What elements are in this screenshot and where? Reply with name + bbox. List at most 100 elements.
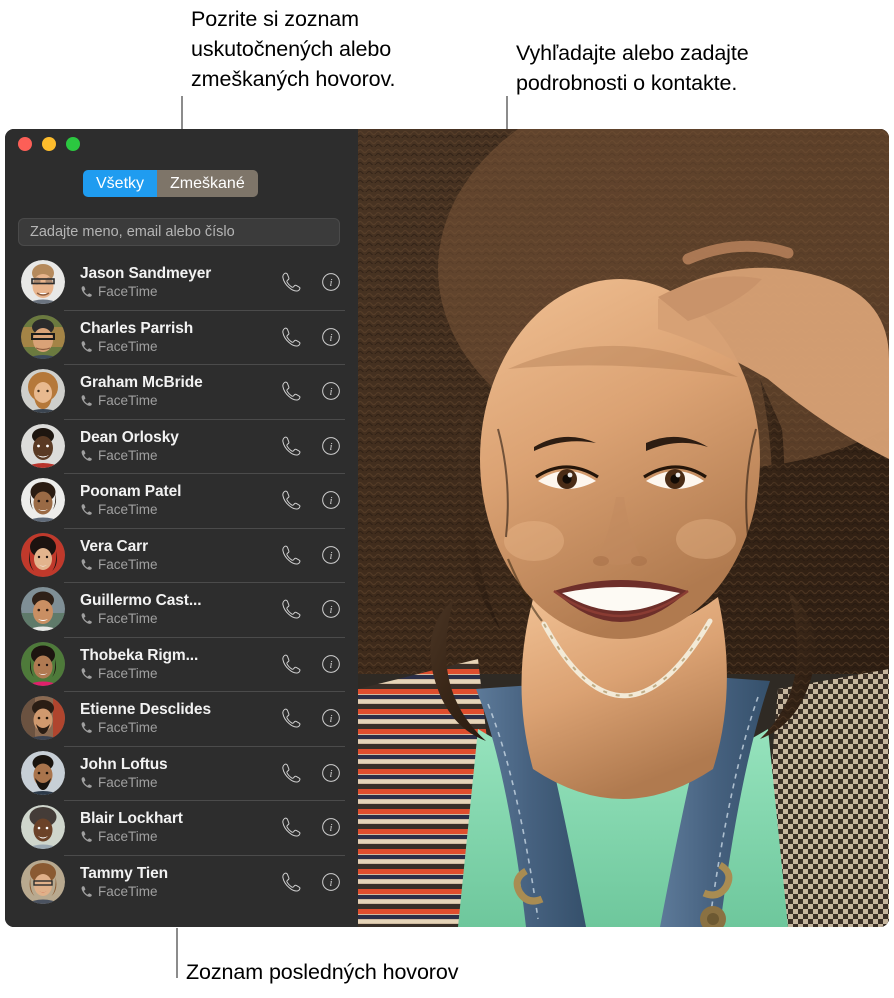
phone-handset-icon <box>81 667 92 679</box>
service-label: FaceTime <box>98 447 158 463</box>
info-circle-icon[interactable]: i <box>319 379 343 403</box>
phone-handset-icon[interactable] <box>279 815 303 839</box>
call-list-row[interactable]: Vera Carr FaceTime i <box>5 527 358 583</box>
call-service: FaceTime <box>80 557 279 572</box>
zoom-button[interactable] <box>66 137 80 151</box>
recent-calls-list[interactable]: Jason Sandmeyer FaceTime i Charles Parri… <box>5 255 358 927</box>
call-list-row[interactable]: Poonam Patel FaceTime i <box>5 473 358 528</box>
service-label: FaceTime <box>98 502 158 518</box>
call-list-row[interactable]: Dean Orlosky FaceTime i <box>5 418 358 474</box>
call-list-row[interactable]: John Loftus FaceTime i <box>5 745 358 801</box>
call-list-row[interactable]: Tammy Tien FaceTime i <box>5 854 358 910</box>
call-row-text: Jason Sandmeyer FaceTime <box>80 265 279 299</box>
svg-text:i: i <box>329 495 332 507</box>
service-label: FaceTime <box>98 883 158 899</box>
contact-name: Tammy Tien <box>80 864 169 882</box>
info-circle-icon[interactable]: i <box>319 652 343 676</box>
phone-handset-icon[interactable] <box>279 706 303 730</box>
callout-caption-recents: Zoznam posledných hovorov <box>186 960 459 984</box>
contact-name: Jason Sandmeyer <box>80 265 212 283</box>
phone-handset-icon[interactable] <box>279 597 303 621</box>
info-circle-icon[interactable]: i <box>319 706 343 730</box>
contact-name: Etienne Desclides <box>80 701 211 719</box>
search-field[interactable] <box>18 218 340 246</box>
info-circle-icon[interactable]: i <box>319 434 343 458</box>
call-row-actions: i <box>279 488 343 512</box>
call-row-actions: i <box>279 543 343 567</box>
phone-handset-icon <box>81 558 92 570</box>
avatar-blair <box>21 805 65 850</box>
info-circle-icon[interactable]: i <box>319 597 343 621</box>
info-circle-icon[interactable]: i <box>319 815 343 839</box>
call-row-text: Vera Carr FaceTime <box>80 538 279 572</box>
callout-caption-tabs: Pozrite si zoznam uskutočnených alebo zm… <box>191 7 396 91</box>
service-label: FaceTime <box>98 720 158 736</box>
service-label: FaceTime <box>98 556 158 572</box>
calls-filter-segmented-control[interactable]: Všetky Zmeškané <box>83 170 258 197</box>
call-service: FaceTime <box>80 284 279 299</box>
phone-handset-icon <box>81 831 92 843</box>
call-row-text: Dean Orlosky FaceTime <box>80 429 279 463</box>
search-input[interactable] <box>28 223 330 241</box>
call-list-row[interactable]: Etienne Desclides FaceTime i <box>5 691 358 746</box>
close-button[interactable] <box>18 137 32 151</box>
call-list-row[interactable]: Charles Parrish FaceTime i <box>5 309 358 365</box>
phone-handset-icon <box>81 449 92 461</box>
contact-name: Graham McBride <box>80 374 203 392</box>
info-circle-icon[interactable]: i <box>319 325 343 349</box>
avatar-vera <box>21 532 65 577</box>
phone-handset-icon[interactable] <box>279 652 303 676</box>
svg-text:i: i <box>329 277 332 289</box>
phone-handset-icon[interactable] <box>279 270 303 294</box>
contact-name: Poonam Patel <box>80 483 182 501</box>
svg-text:i: i <box>329 822 332 834</box>
callout-caption-search: Vyhľadajte alebo zadajte podrobnosti o k… <box>516 41 749 95</box>
phone-handset-icon[interactable] <box>279 543 303 567</box>
call-row-text: Guillermo Cast... FaceTime <box>80 592 279 626</box>
phone-handset-icon <box>81 286 92 298</box>
info-circle-icon[interactable]: i <box>319 761 343 785</box>
call-row-actions: i <box>279 434 343 458</box>
phone-handset-icon[interactable] <box>279 488 303 512</box>
tab-missed[interactable]: Zmeškané <box>157 170 258 197</box>
call-service: FaceTime <box>80 339 279 354</box>
svg-text:i: i <box>329 768 332 780</box>
info-circle-icon[interactable]: i <box>319 870 343 894</box>
phone-handset-icon <box>81 885 92 897</box>
call-row-actions: i <box>279 870 343 894</box>
phone-handset-icon <box>81 504 92 516</box>
call-row-actions: i <box>279 379 343 403</box>
call-row-text: Tammy Tien FaceTime <box>80 865 279 899</box>
call-service: FaceTime <box>80 502 279 517</box>
call-list-row[interactable]: Guillermo Cast... FaceTime i <box>5 582 358 637</box>
phone-handset-icon[interactable] <box>279 761 303 785</box>
call-row-text: Etienne Desclides FaceTime <box>80 701 279 735</box>
call-list-row[interactable]: Graham McBride FaceTime i <box>5 364 358 419</box>
svg-text:i: i <box>329 386 332 398</box>
contact-name: Guillermo Cast... <box>80 592 202 610</box>
service-label: FaceTime <box>98 284 158 300</box>
phone-handset-icon[interactable] <box>279 325 303 349</box>
call-service: FaceTime <box>80 775 279 790</box>
call-service: FaceTime <box>80 884 279 899</box>
call-list-row[interactable]: Thobeka Rigm... FaceTime i <box>5 636 358 692</box>
video-preview-pane[interactable] <box>358 129 889 927</box>
info-circle-icon[interactable]: i <box>319 543 343 567</box>
call-list-row[interactable]: Blair Lockhart FaceTime i <box>5 800 358 855</box>
contact-portrait-photo <box>358 129 889 927</box>
info-circle-icon[interactable]: i <box>319 488 343 512</box>
phone-handset-icon <box>81 776 92 788</box>
contact-name: Thobeka Rigm... <box>80 646 199 664</box>
phone-handset-icon[interactable] <box>279 870 303 894</box>
tab-all[interactable]: Všetky <box>83 170 158 197</box>
minimize-button[interactable] <box>42 137 56 151</box>
call-service: FaceTime <box>80 829 279 844</box>
call-service: FaceTime <box>80 611 279 626</box>
info-circle-icon[interactable]: i <box>319 270 343 294</box>
phone-handset-icon[interactable] <box>279 434 303 458</box>
leader-line-recents-vertical <box>176 928 178 978</box>
avatar-etienne <box>21 696 65 741</box>
call-list-row[interactable]: Jason Sandmeyer FaceTime i <box>5 255 358 310</box>
phone-handset-icon[interactable] <box>279 379 303 403</box>
svg-text:i: i <box>329 877 332 889</box>
